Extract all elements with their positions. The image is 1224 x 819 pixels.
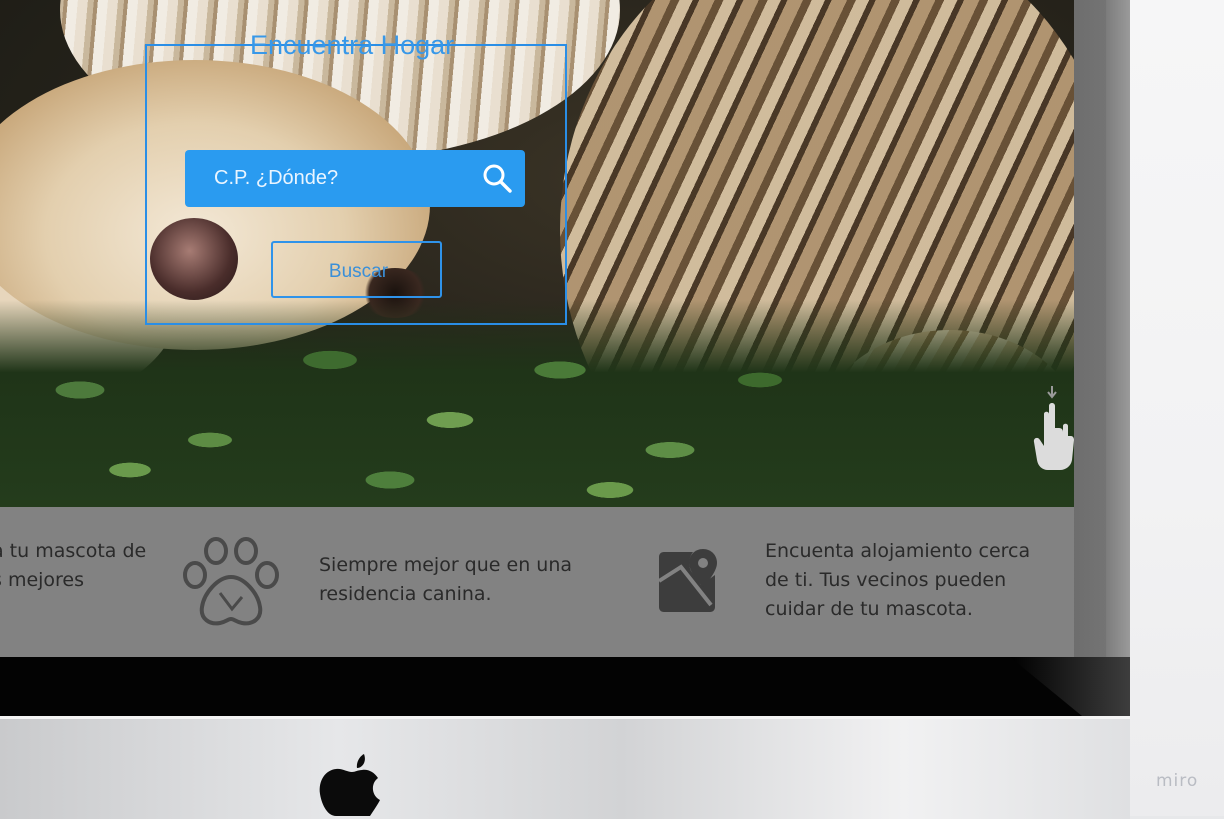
monitor-bezel-bottom — [0, 657, 1130, 716]
search-button-label: Buscar — [328, 261, 389, 282]
search-icon[interactable] — [481, 162, 513, 194]
feature-text: Encuenta alojamiento cerca de ti. Tus ve… — [765, 540, 1031, 620]
monitor-bezel-edge — [1106, 0, 1130, 716]
page-background — [1130, 0, 1224, 816]
monitor-chin — [0, 716, 1130, 819]
search-input-placeholder[interactable]: C.P. ¿Dónde? — [214, 167, 338, 190]
search-button[interactable]: Buscar — [271, 241, 442, 298]
grass-leaves — [0, 300, 1074, 507]
search-card-title: Encuentra Hogar — [250, 30, 455, 60]
paw-icon — [183, 537, 279, 626]
feature-text: Siempre mejor que en una residencia cani… — [319, 554, 573, 605]
apple-logo — [319, 754, 380, 816]
hand-cursor-icon — [1033, 386, 1074, 470]
feature-text: a tu mascota de s mejores — [0, 540, 147, 591]
map-pin-icon — [657, 549, 717, 612]
miro-watermark: miro — [1156, 771, 1199, 791]
